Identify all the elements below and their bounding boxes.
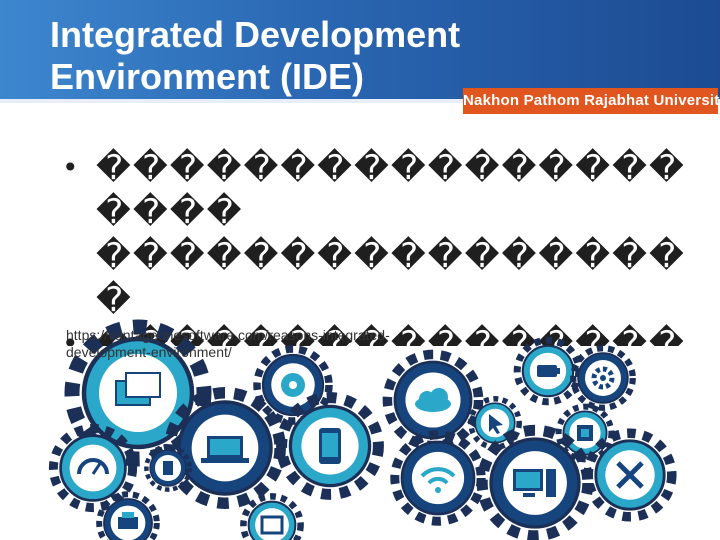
- gear-wifi: [395, 435, 481, 521]
- slide-title: Integrated Development Environment (IDE): [50, 14, 461, 97]
- chip-icon: [577, 425, 593, 441]
- battery-icon: [537, 365, 560, 377]
- university-badge: Nakhon Pathom Rajabhat University: [463, 88, 720, 114]
- bullet-text: �������������������� �����������������: [96, 148, 686, 320]
- bullet-list: • �������������������� �����������������…: [62, 146, 720, 346]
- gear-printer: [99, 494, 157, 540]
- sd-card-icon: [163, 461, 173, 475]
- laptop-icon: [201, 436, 249, 463]
- bullet-item: • �������������������� �����������������: [62, 146, 720, 322]
- gear-speedometer: [53, 428, 132, 507]
- gear-tools: [588, 433, 672, 517]
- gear-battery: [517, 340, 579, 402]
- disc-icon: [281, 373, 305, 397]
- gear-photo: [243, 496, 300, 540]
- bullet-dot-icon: •: [62, 151, 79, 184]
- source-url[interactable]: https://vantageonesoftware.com/reasons-i…: [66, 327, 446, 361]
- gear-phone: [282, 398, 379, 495]
- gear-settings: [573, 348, 633, 408]
- photo-icon: [260, 515, 284, 535]
- phone-icon: [319, 428, 341, 464]
